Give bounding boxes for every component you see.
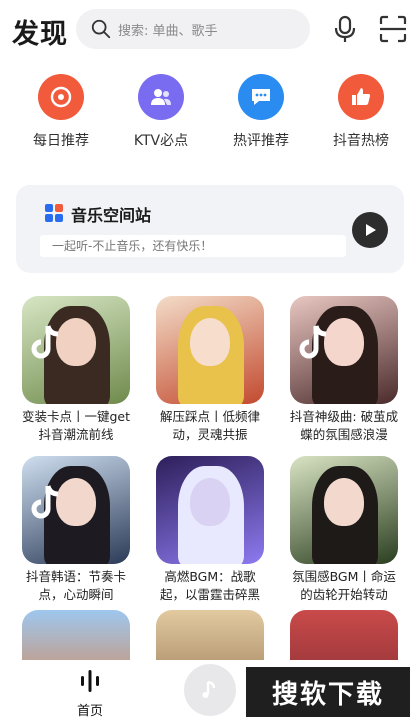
quick-entry-hot-comments[interactable]: 热评推荐 bbox=[206, 70, 316, 150]
playlist-title-line2: 点，心动瞬间 bbox=[38, 587, 114, 602]
quick-entry-douyin-chart[interactable]: 抖音热榜 bbox=[306, 70, 416, 150]
playlist-card[interactable]: 抖音神级曲: 破茧成 蝶的氛围感浪漫 bbox=[288, 296, 400, 444]
ktv-users-icon bbox=[138, 74, 184, 120]
playlist-title-line2: 抖音潮流前线 bbox=[38, 427, 114, 442]
playlist-card[interactable]: 解压踩点丨低频律 动，灵魂共振 bbox=[154, 296, 266, 444]
banner-subtitle: 一起听-不止音乐，还有快乐！ bbox=[40, 235, 346, 257]
tab-home-label: 首页 bbox=[76, 704, 103, 719]
playlist-cover bbox=[290, 296, 398, 404]
tiktok-logo-icon bbox=[31, 325, 59, 359]
playlist-cover bbox=[156, 296, 264, 404]
playlist-cover bbox=[22, 296, 130, 404]
tab-home[interactable]: 首页 bbox=[68, 668, 112, 719]
top-header: 发现 搜索: 单曲、歌手 bbox=[0, 0, 420, 60]
playlist-title-line1: 变装卡点丨一键get bbox=[21, 409, 131, 424]
quick-entry-row: 每日推荐 KTV必点 热评推荐 抖音热榜 bbox=[0, 70, 420, 160]
play-button[interactable] bbox=[352, 212, 388, 248]
music-note-icon bbox=[202, 680, 216, 698]
playlist-card[interactable]: 氛围感BGM丨命运 的齿轮开始转动 bbox=[288, 456, 400, 604]
quick-entry-label: 每日推荐 bbox=[33, 133, 89, 149]
playlist-cover bbox=[22, 456, 130, 564]
watermark-badge: 搜软下载 bbox=[246, 667, 410, 717]
station-logo-icon bbox=[45, 204, 63, 222]
playlist-cover bbox=[290, 456, 398, 564]
playlist-cover bbox=[156, 456, 264, 564]
playlist-title-line1: 解压踩点丨低频律 bbox=[159, 409, 260, 424]
playlist-card[interactable]: 抖音韩语：节奏卡 点，心动瞬间 bbox=[20, 456, 132, 604]
soundwave-icon bbox=[81, 670, 99, 692]
daily-disc-icon bbox=[38, 74, 84, 120]
tiktok-logo-icon bbox=[299, 325, 327, 359]
search-bar[interactable]: 搜索: 单曲、歌手 bbox=[76, 9, 310, 49]
playlist-title-line1: 高燃BGM：战歌 bbox=[164, 569, 256, 584]
playlist-title-line2: 起，以雷霆击碎黑 bbox=[159, 587, 260, 602]
quick-entry-label: 热评推荐 bbox=[233, 133, 289, 149]
scan-icon[interactable] bbox=[378, 14, 408, 44]
music-station-banner[interactable]: 音乐空间站 一起听-不止音乐，还有快乐！ bbox=[16, 185, 404, 273]
play-icon bbox=[366, 224, 376, 236]
thumbs-up-icon bbox=[338, 74, 384, 120]
mic-icon[interactable] bbox=[330, 14, 360, 44]
tiktok-logo-icon bbox=[31, 485, 59, 519]
playlist-title-line2: 蝶的氛围感浪漫 bbox=[300, 427, 388, 442]
playlist-title-line2: 动，灵魂共振 bbox=[172, 427, 248, 442]
quick-entry-ktv[interactable]: KTV必点 bbox=[106, 70, 216, 150]
playlist-title-line1: 抖音神级曲: 破茧成 bbox=[289, 409, 399, 424]
quick-entry-label: 抖音热榜 bbox=[333, 133, 389, 149]
playlist-card[interactable]: 变装卡点丨一键get 抖音潮流前线 bbox=[20, 296, 132, 444]
playlist-title-line1: 氛围感BGM丨命运 bbox=[292, 569, 396, 584]
comment-bubble-icon bbox=[238, 74, 284, 120]
quick-entry-label: KTV必点 bbox=[133, 133, 189, 149]
page-title: 发现 bbox=[12, 19, 68, 50]
playlist-card[interactable]: 高燃BGM：战歌 起，以雷霆击碎黑 bbox=[154, 456, 266, 604]
playlist-title-line2: 的齿轮开始转动 bbox=[300, 587, 388, 602]
now-playing-button[interactable] bbox=[184, 664, 236, 716]
banner-title: 音乐空间站 bbox=[71, 206, 152, 225]
search-placeholder: 搜索: 单曲、歌手 bbox=[118, 23, 218, 39]
playlist-title-line1: 抖音韩语：节奏卡 bbox=[25, 569, 126, 584]
search-icon bbox=[91, 19, 111, 39]
quick-entry-daily[interactable]: 每日推荐 bbox=[6, 70, 116, 150]
